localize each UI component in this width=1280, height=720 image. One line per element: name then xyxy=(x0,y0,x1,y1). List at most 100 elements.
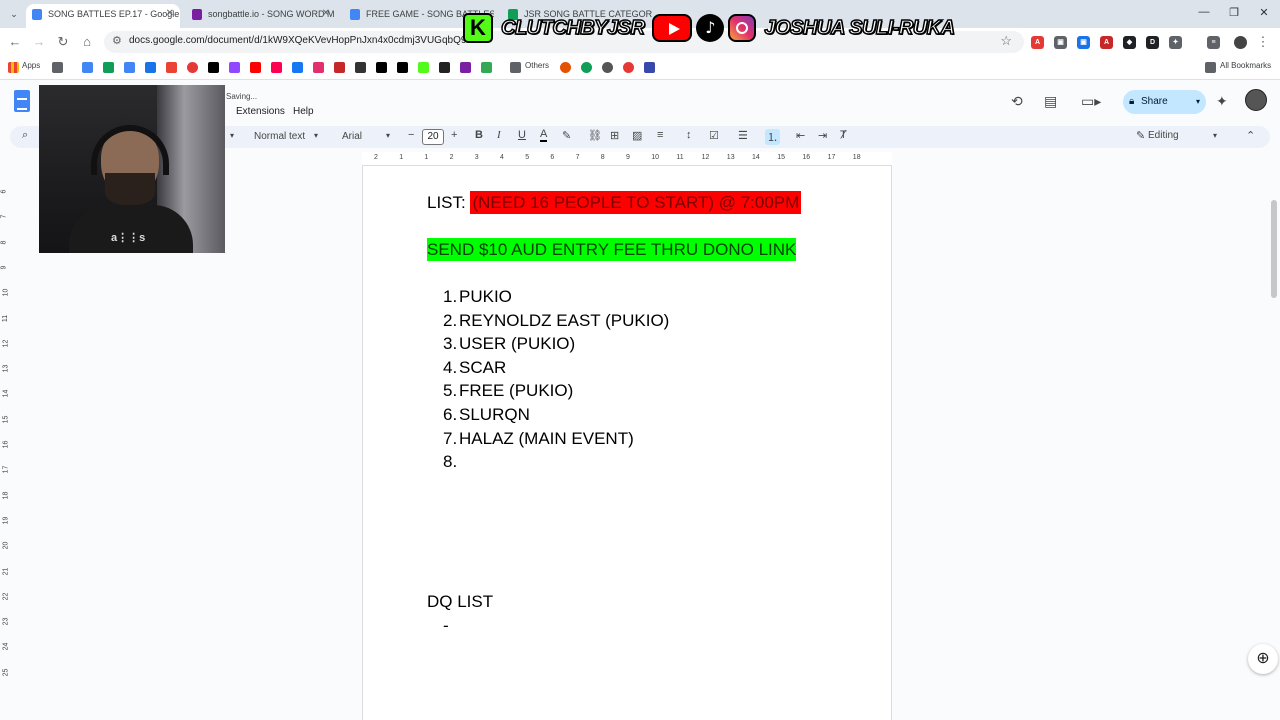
apps-grid-icon[interactable] xyxy=(8,62,19,73)
chevron-down-icon[interactable]: ▾ xyxy=(1213,131,1217,140)
increase-font-size-icon[interactable]: + xyxy=(451,129,457,141)
pdf-extension-icon[interactable]: A xyxy=(1100,36,1113,49)
bookmark-icon[interactable] xyxy=(355,62,366,73)
chevron-down-icon[interactable]: ▾ xyxy=(314,131,318,140)
font-size-input[interactable]: 20 xyxy=(422,129,444,145)
bookmark-icon[interactable] xyxy=(187,62,198,73)
bold-icon[interactable]: B xyxy=(475,129,483,141)
list-item[interactable]: 3. USER (PUKIO) xyxy=(443,334,575,354)
increase-indent-icon[interactable]: ⇥ xyxy=(818,129,827,142)
extension-icon[interactable]: ◆ xyxy=(1123,36,1136,49)
bookmark-icon[interactable] xyxy=(439,62,450,73)
search-menus-icon[interactable]: ⌕ xyxy=(22,129,28,142)
close-window-icon[interactable]: ✕ xyxy=(1254,6,1274,19)
bookmark-icon[interactable] xyxy=(481,62,492,73)
explore-icon[interactable]: ⊕ xyxy=(1248,644,1278,674)
menu-extensions[interactable]: Extensions xyxy=(236,106,285,117)
paragraph-style-select[interactable]: Normal text xyxy=(254,131,305,142)
zoom-dropdown-icon[interactable]: ▾ xyxy=(230,131,234,140)
bookmark-icon[interactable] xyxy=(271,62,282,73)
bookmark-icon[interactable] xyxy=(376,62,387,73)
profile-icon[interactable] xyxy=(1234,36,1247,49)
bookmark-icon[interactable] xyxy=(602,62,613,73)
bookmark-icon[interactable] xyxy=(560,62,571,73)
site-info-icon[interactable]: ⚙ xyxy=(112,34,122,47)
highlight-color-icon[interactable]: ✎ xyxy=(562,129,571,142)
youtube-bookmark-icon[interactable] xyxy=(250,62,261,73)
close-tab-icon[interactable]: ✕ xyxy=(322,4,330,24)
align-left-icon[interactable]: ≡ xyxy=(657,129,663,141)
document-page[interactable]: LIST: (NEED 16 PEOPLE TO START) @ 7:00PM… xyxy=(362,166,892,720)
menu-help[interactable]: Help xyxy=(293,106,314,117)
bookmark-icon[interactable] xyxy=(623,62,634,73)
all-bookmarks[interactable]: All Bookmarks xyxy=(1220,61,1271,70)
x-bookmark-icon[interactable] xyxy=(397,62,408,73)
comments-icon[interactable]: ▤ xyxy=(1044,93,1057,110)
tab-song-battles[interactable]: SONG BATTLES EP.17 - Google ✕ xyxy=(26,4,180,28)
bookmark-folder-others[interactable]: Others xyxy=(525,61,549,70)
bookmark-apps[interactable]: Apps xyxy=(22,61,40,70)
adblock-extension-icon[interactable]: A xyxy=(1031,36,1044,49)
bookmark-icon[interactable] xyxy=(644,62,655,73)
underline-icon[interactable]: U xyxy=(518,129,526,141)
dq-list-title[interactable]: DQ LIST xyxy=(427,592,493,612)
chrome-menu-icon[interactable]: ⋮ xyxy=(1254,33,1272,51)
home-icon[interactable]: ⌂ xyxy=(78,33,96,51)
bookmark-star-icon[interactable]: ☆ xyxy=(1000,33,1012,49)
tiktok-bookmark-icon[interactable] xyxy=(208,62,219,73)
url-text[interactable]: docs.google.com/document/d/1kW9XQeKVevHo… xyxy=(129,35,489,46)
restore-icon[interactable]: ❐ xyxy=(1224,6,1244,19)
font-family-select[interactable]: Arial xyxy=(342,131,362,142)
add-comment-icon[interactable]: ⊞ xyxy=(610,129,619,142)
dq-list-item[interactable]: - xyxy=(443,616,449,636)
back-icon[interactable]: ← xyxy=(6,33,24,51)
insert-image-icon[interactable]: ▨ xyxy=(632,129,642,142)
twitch-bookmark-icon[interactable] xyxy=(229,62,240,73)
reload-icon[interactable]: ↻ xyxy=(54,33,72,51)
horizontal-ruler[interactable]: 2 1 1 2 3 4 5 6 7 8 9 10 11 12 13 14 15 16 17 18 xyxy=(362,152,892,166)
extension-icon[interactable]: ▣ xyxy=(1054,36,1067,49)
kick-bookmark-icon[interactable] xyxy=(418,62,429,73)
list-item[interactable]: 5. FREE (PUKIO) xyxy=(443,381,573,401)
facebook-bookmark-icon[interactable] xyxy=(292,62,303,73)
decrease-font-size-icon[interactable]: − xyxy=(408,129,414,141)
list-item[interactable]: 2. REYNOLDZ EAST (PUKIO) xyxy=(443,311,669,331)
bookmark-icon[interactable] xyxy=(145,62,156,73)
vertical-scrollbar[interactable] xyxy=(1271,200,1277,298)
list-header-line[interactable]: LIST: (NEED 16 PEOPLE TO START) @ 7:00PM xyxy=(427,191,802,214)
list-item[interactable]: 8. xyxy=(443,452,459,472)
chevron-down-icon[interactable]: ▾ xyxy=(1196,90,1200,114)
bookmark-icon[interactable] xyxy=(581,62,592,73)
extension-icon[interactable]: ▣ xyxy=(1077,36,1090,49)
clear-formatting-icon[interactable]: Ⱦ xyxy=(840,129,847,141)
folder-icon[interactable] xyxy=(1205,62,1216,73)
google-docs-logo-icon[interactable] xyxy=(14,90,30,112)
meet-video-icon[interactable]: ▭▸ xyxy=(1081,93,1101,110)
tab-search-icon[interactable]: ⌄ xyxy=(6,6,22,22)
bookmark-icon[interactable] xyxy=(124,62,135,73)
extensions-puzzle-icon[interactable]: ✦ xyxy=(1169,36,1182,49)
minimize-icon[interactable]: — xyxy=(1194,6,1214,18)
bookmark-icon[interactable] xyxy=(460,62,471,73)
list-item[interactable]: 1. PUKIO xyxy=(443,287,512,307)
bulleted-list-icon[interactable]: ☰ xyxy=(738,129,748,142)
bookmark-icon[interactable] xyxy=(166,62,177,73)
entry-fee-line[interactable]: SEND $10 AUD ENTRY FEE THRU DONO LINK xyxy=(427,238,797,261)
editing-mode-select[interactable]: Editing xyxy=(1148,130,1179,141)
instagram-bookmark-icon[interactable] xyxy=(313,62,324,73)
share-button[interactable]: 🔒︎ Share ▾ xyxy=(1123,90,1206,114)
insert-link-icon[interactable]: ⛓ xyxy=(588,129,602,142)
checklist-icon[interactable]: ☑ xyxy=(709,129,719,142)
version-history-icon[interactable]: ⟲ xyxy=(1011,93,1023,110)
chevron-down-icon[interactable]: ▾ xyxy=(386,131,390,140)
line-spacing-icon[interactable]: ↕ xyxy=(686,129,692,141)
user-avatar[interactable] xyxy=(1245,89,1267,111)
reading-list-icon[interactable]: ≡ xyxy=(1207,36,1220,49)
extension-icon[interactable]: D xyxy=(1146,36,1159,49)
bookmark-icon[interactable] xyxy=(82,62,93,73)
numbered-list-icon[interactable]: ⒈ xyxy=(765,129,780,145)
bookmark-icon[interactable] xyxy=(334,62,345,73)
bookmark-icon[interactable] xyxy=(103,62,114,73)
folder-icon[interactable] xyxy=(510,62,521,73)
tab-songbattle-io[interactable]: songbattle.io - SONG WORD M ✕ xyxy=(186,4,336,28)
